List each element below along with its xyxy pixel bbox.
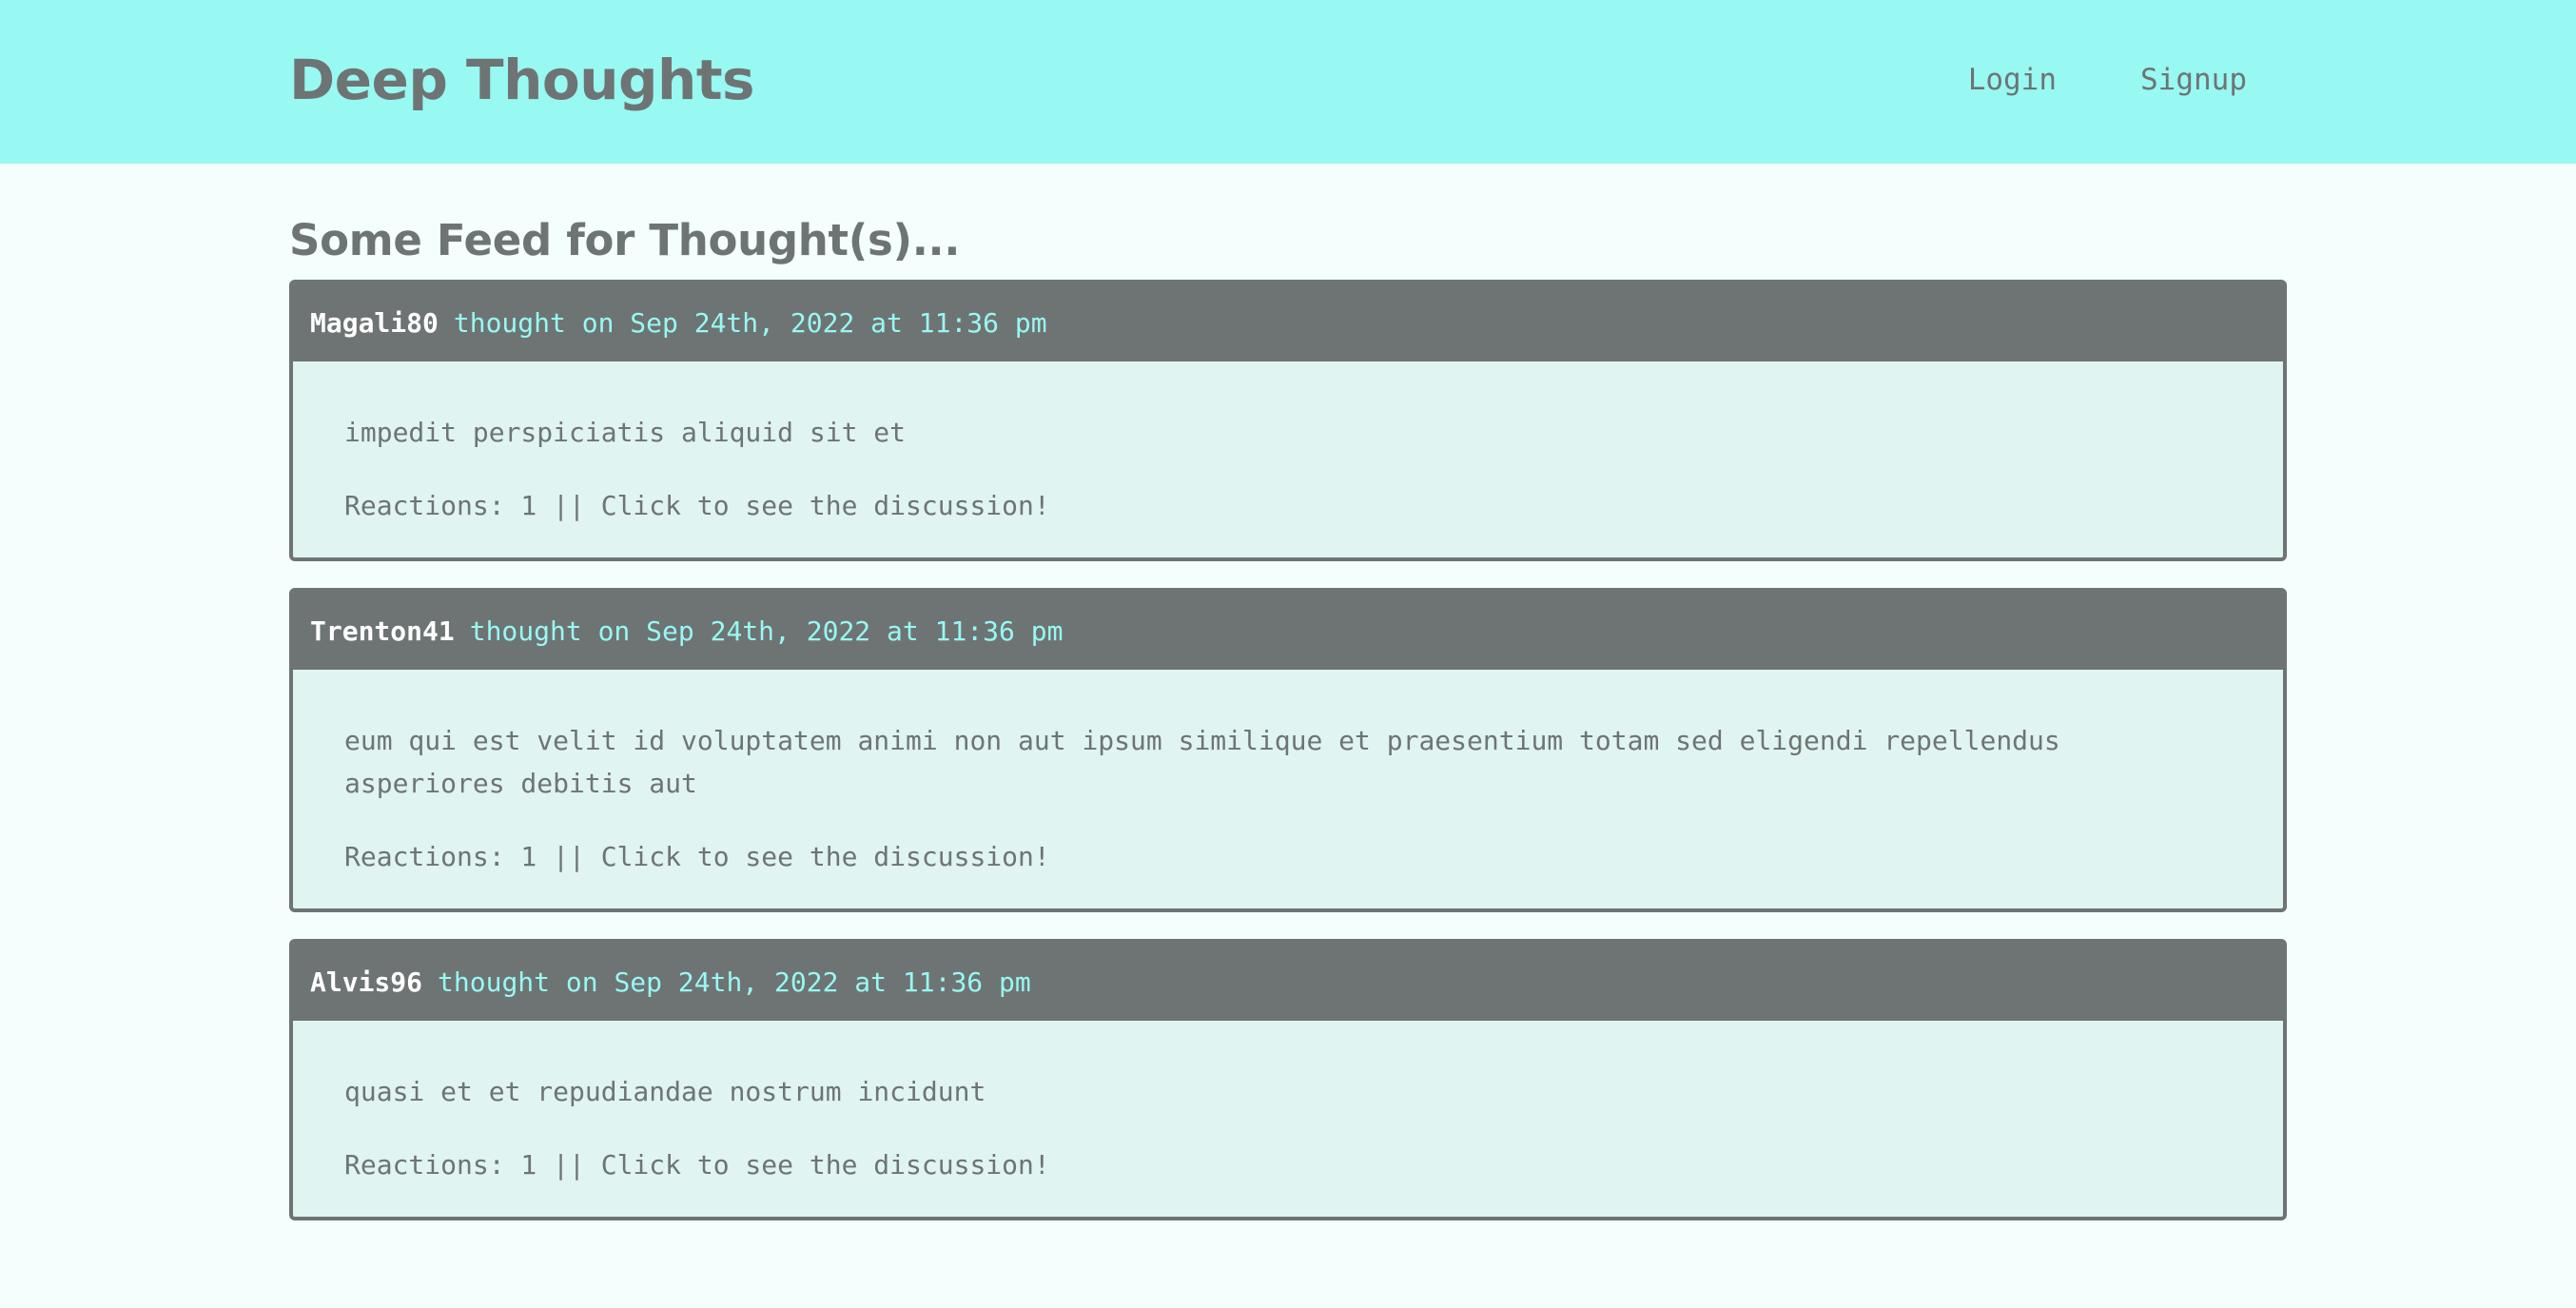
site-header: Deep Thoughts Login Signup bbox=[0, 0, 2576, 164]
thought-text: impedit perspiciatis aliquid sit et bbox=[344, 417, 907, 448]
thought-timestamp: thought on Sep 24th, 2022 at 11:36 pm bbox=[438, 966, 1031, 998]
feed-title: Some Feed for Thought(s)... bbox=[289, 215, 961, 265]
main-nav: Login Signup bbox=[1968, 59, 2247, 101]
signup-link[interactable]: Signup bbox=[2140, 59, 2247, 101]
thought-text: quasi et et repudiandae nostrum incidunt bbox=[344, 1076, 986, 1107]
thought-card: Trenton41 thought on Sep 24th, 2022 at 1… bbox=[289, 588, 2287, 912]
thought-card: Alvis96 thought on Sep 24th, 2022 at 11:… bbox=[289, 939, 2287, 1220]
thought-card-body: impedit perspiciatis aliquid sit et Reac… bbox=[293, 361, 2283, 557]
thought-card-body: quasi et et repudiandae nostrum incidunt… bbox=[293, 1021, 2283, 1217]
thought-discussion-link[interactable]: Reactions: 1 || Click to see the discuss… bbox=[344, 1143, 2232, 1186]
thought-card-body: eum qui est velit id voluptatem animi no… bbox=[293, 670, 2283, 908]
thought-username-link[interactable]: Alvis96 bbox=[310, 966, 422, 998]
thought-username-link[interactable]: Magali80 bbox=[310, 307, 439, 339]
login-link[interactable]: Login bbox=[1968, 59, 2057, 101]
thought-username-link[interactable]: Trenton41 bbox=[310, 615, 455, 647]
thought-timestamp: thought on Sep 24th, 2022 at 11:36 pm bbox=[469, 615, 1064, 647]
main-content: Some Feed for Thought(s)... Magali80 tho… bbox=[289, 207, 2287, 1247]
thought-text: eum qui est velit id voluptatem animi no… bbox=[344, 725, 2060, 799]
thought-discussion-link[interactable]: Reactions: 1 || Click to see the discuss… bbox=[344, 484, 2232, 527]
brand-logo-link[interactable]: Deep Thoughts bbox=[289, 42, 755, 118]
thought-card: Magali80 thought on Sep 24th, 2022 at 11… bbox=[289, 280, 2287, 561]
thought-card-header: Trenton41 thought on Sep 24th, 2022 at 1… bbox=[293, 592, 2283, 670]
thought-card-header: Alvis96 thought on Sep 24th, 2022 at 11:… bbox=[293, 943, 2283, 1021]
thought-discussion-link[interactable]: Reactions: 1 || Click to see the discuss… bbox=[344, 835, 2232, 878]
thought-card-header: Magali80 thought on Sep 24th, 2022 at 11… bbox=[293, 283, 2283, 361]
thought-timestamp: thought on Sep 24th, 2022 at 11:36 pm bbox=[453, 306, 1047, 339]
